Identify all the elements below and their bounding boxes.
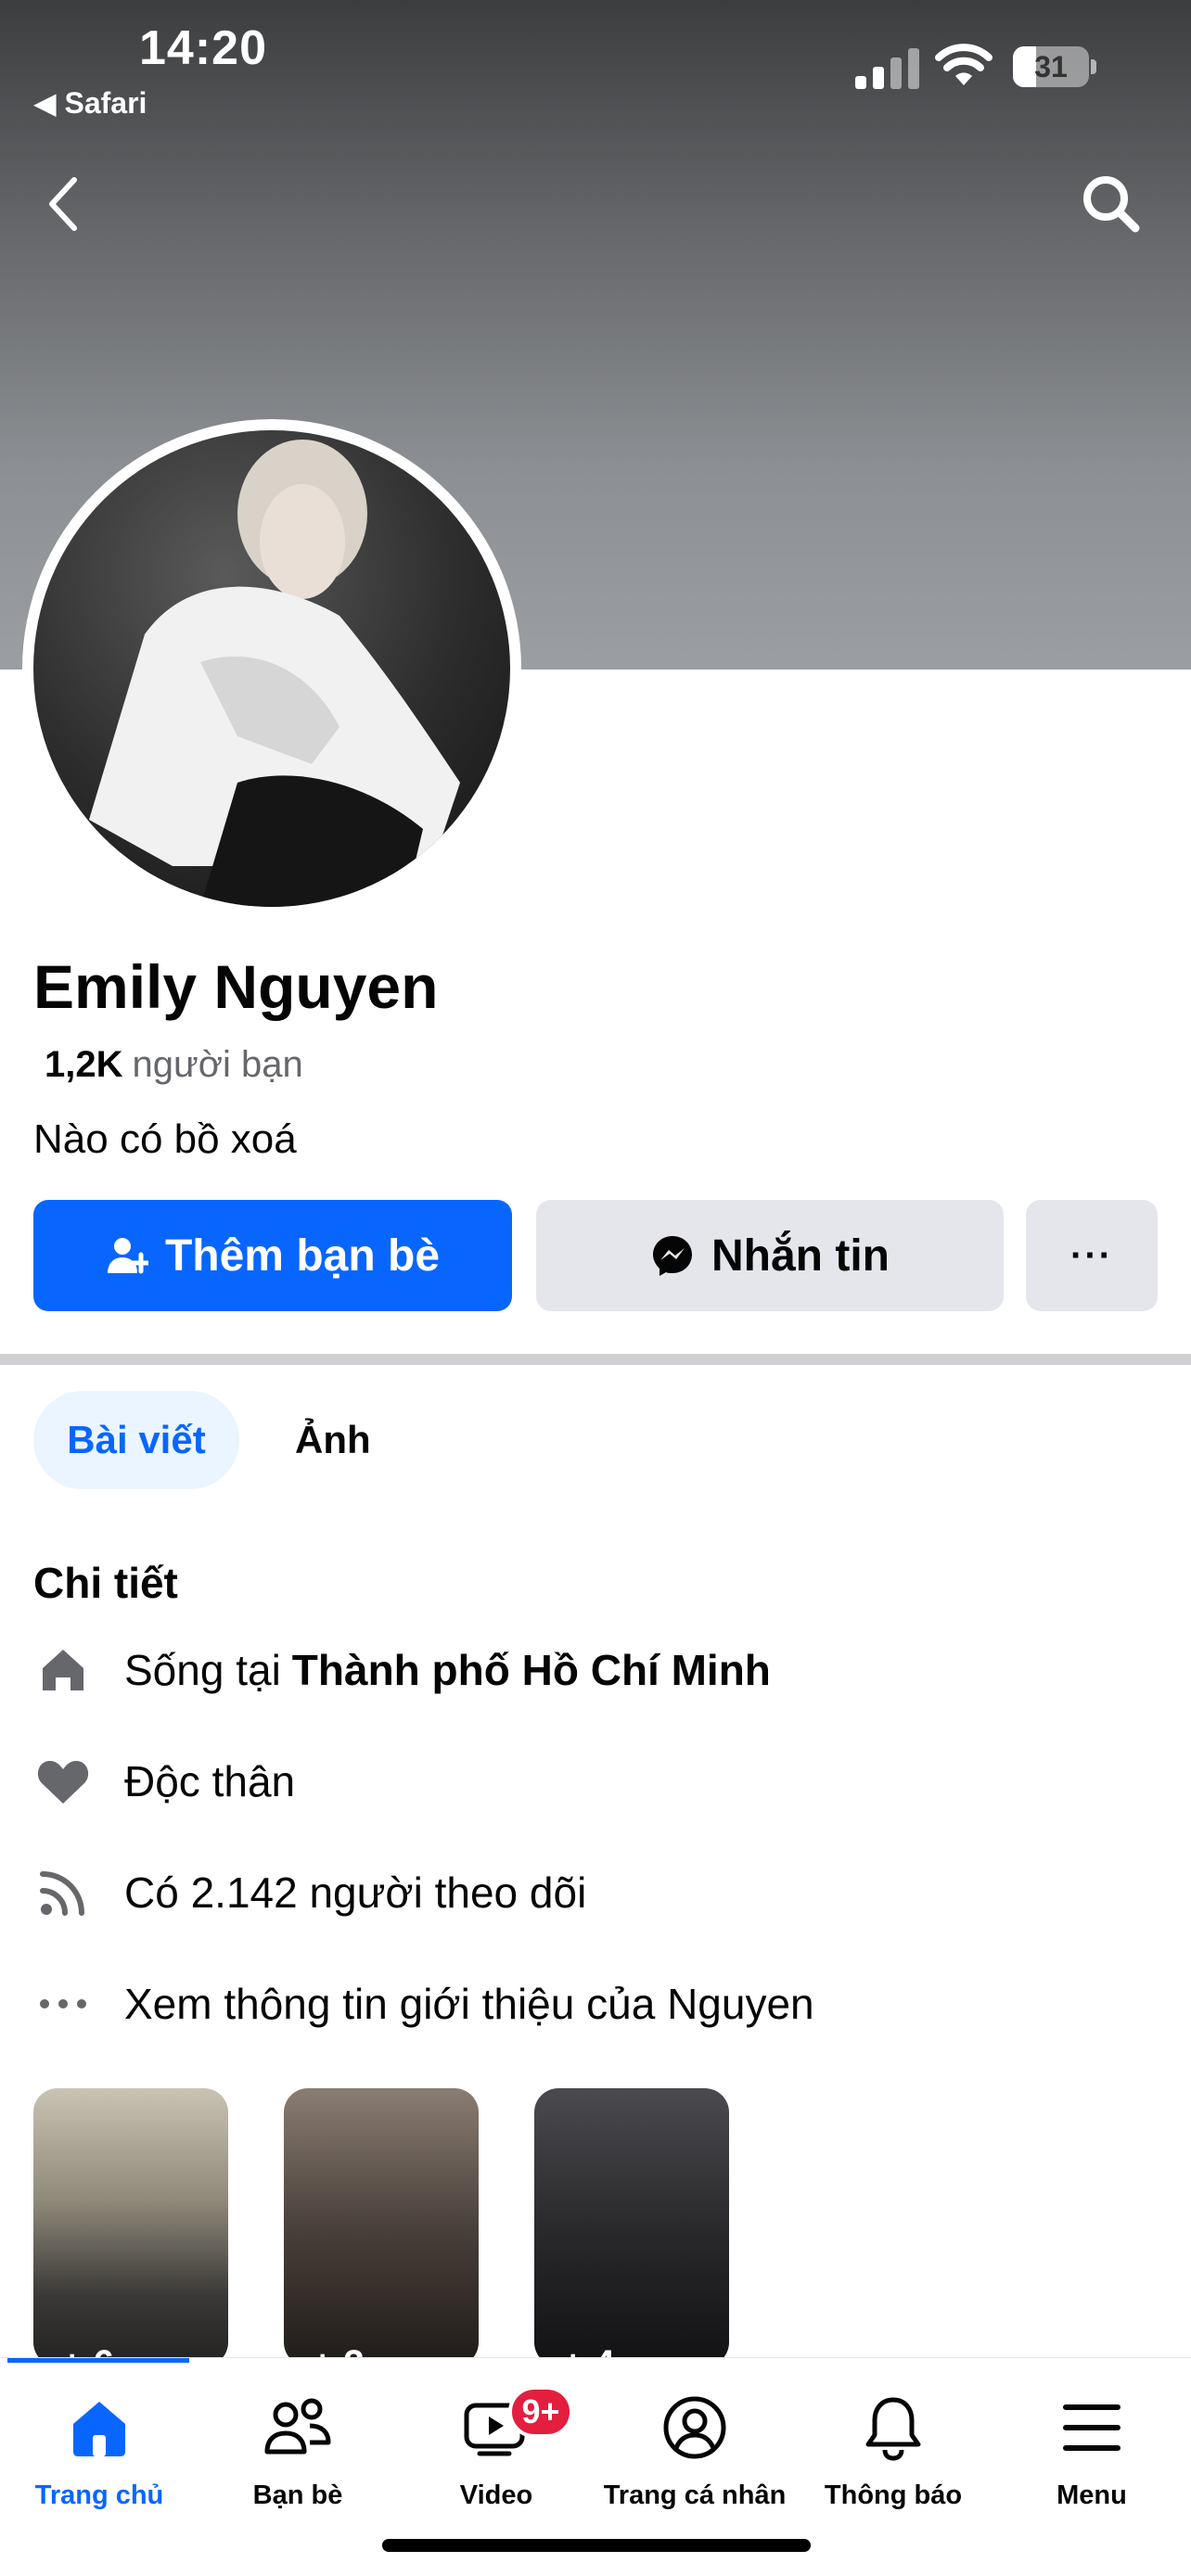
- profile-avatar[interactable]: [22, 419, 521, 918]
- profile-bio: Nào có bồ xoá: [33, 1116, 297, 1162]
- tab-photos[interactable]: Ảnh: [295, 1391, 371, 1489]
- tab-menu-label: Menu: [1057, 2480, 1127, 2510]
- friends-count-number: 1,2K: [45, 1044, 123, 1085]
- see-about-link: Xem thông tin giới thiệu của Nguyen: [124, 1980, 814, 2028]
- home-indicator: [382, 2539, 811, 2552]
- active-tab-indicator: [7, 2358, 189, 2363]
- tab-home-label: Trang chủ: [34, 2480, 164, 2510]
- more-options-button[interactable]: ···: [1026, 1200, 1158, 1311]
- friends-icon: [264, 2398, 331, 2455]
- tab-friends-label: Bạn bè: [252, 2480, 343, 2510]
- tab-profile-label: Trang cá nhân: [603, 2480, 787, 2510]
- home-icon: [73, 2402, 125, 2456]
- battery-level: 31: [1034, 50, 1068, 83]
- rss-icon: [33, 1863, 93, 1922]
- tab-posts[interactable]: Bài viết: [33, 1391, 239, 1489]
- friends-count-label: người bạn: [132, 1044, 303, 1085]
- detail-lives-in[interactable]: Sống tại Thành phố Hồ Chí Minh: [33, 1638, 771, 1702]
- details-title: Chi tiết: [33, 1559, 178, 1607]
- detail-followers[interactable]: Có 2.142 người theo dõi: [33, 1860, 586, 1925]
- home-icon: [33, 1640, 93, 1700]
- search-icon[interactable]: [1076, 169, 1146, 239]
- message-label: Nhắn tin: [711, 1231, 890, 1281]
- detail-relationship: Độc thân: [33, 1749, 295, 1814]
- back-to-safari[interactable]: ◀ Safari: [33, 85, 147, 121]
- messenger-icon: [653, 1236, 692, 1276]
- detail-see-more[interactable]: Xem thông tin giới thiệu của Nguyen: [33, 1971, 814, 2036]
- add-friend-label: Thêm bạn bè: [164, 1231, 441, 1281]
- add-friend-button[interactable]: Thêm bạn bè: [33, 1200, 512, 1311]
- menu-icon: [1063, 2404, 1121, 2451]
- tab-notifications[interactable]: Thông báo: [794, 2386, 992, 2511]
- photo-thumbnail[interactable]: + 3: [284, 2088, 479, 2366]
- friends-count[interactable]: 1,2K người bạn: [45, 1044, 303, 1086]
- dots-icon: ···: [1070, 1234, 1113, 1276]
- back-icon[interactable]: [37, 169, 89, 239]
- tab-video[interactable]: 9+ Video: [397, 2386, 596, 2511]
- tab-menu[interactable]: Menu: [992, 2386, 1191, 2511]
- tab-notifications-label: Thông báo: [824, 2480, 963, 2510]
- lives-prefix: Sống tại: [124, 1646, 281, 1694]
- tab-friends[interactable]: Bạn bè: [198, 2386, 397, 2511]
- message-button[interactable]: Nhắn tin: [536, 1200, 1004, 1311]
- video-badge: 9+: [508, 2386, 573, 2438]
- photo-thumbnail[interactable]: + 6: [33, 2088, 228, 2366]
- lives-city: Thành phố Hồ Chí Minh: [291, 1646, 771, 1694]
- heart-icon: [33, 1752, 93, 1811]
- tab-home[interactable]: Trang chủ: [0, 2386, 198, 2511]
- tab-profile[interactable]: Trang cá nhân: [596, 2386, 794, 2511]
- signal-icon: [855, 48, 920, 89]
- profile-icon: [663, 2396, 726, 2459]
- battery-indicator: 31: [1013, 46, 1096, 87]
- bell-icon: [865, 2397, 921, 2461]
- add-friend-icon: [107, 1238, 148, 1274]
- section-divider: [0, 1354, 1191, 1365]
- photo-thumbnail[interactable]: + 4: [534, 2088, 729, 2366]
- dots-icon: [33, 1974, 93, 2034]
- relationship-status: Độc thân: [124, 1757, 296, 1805]
- profile-name: Emily Nguyen: [33, 952, 439, 1021]
- status-time: 14:20: [139, 21, 267, 75]
- wifi-icon: [935, 44, 992, 85]
- tab-video-label: Video: [459, 2480, 533, 2510]
- followers-count: Có 2.142 người theo dõi: [124, 1868, 587, 1917]
